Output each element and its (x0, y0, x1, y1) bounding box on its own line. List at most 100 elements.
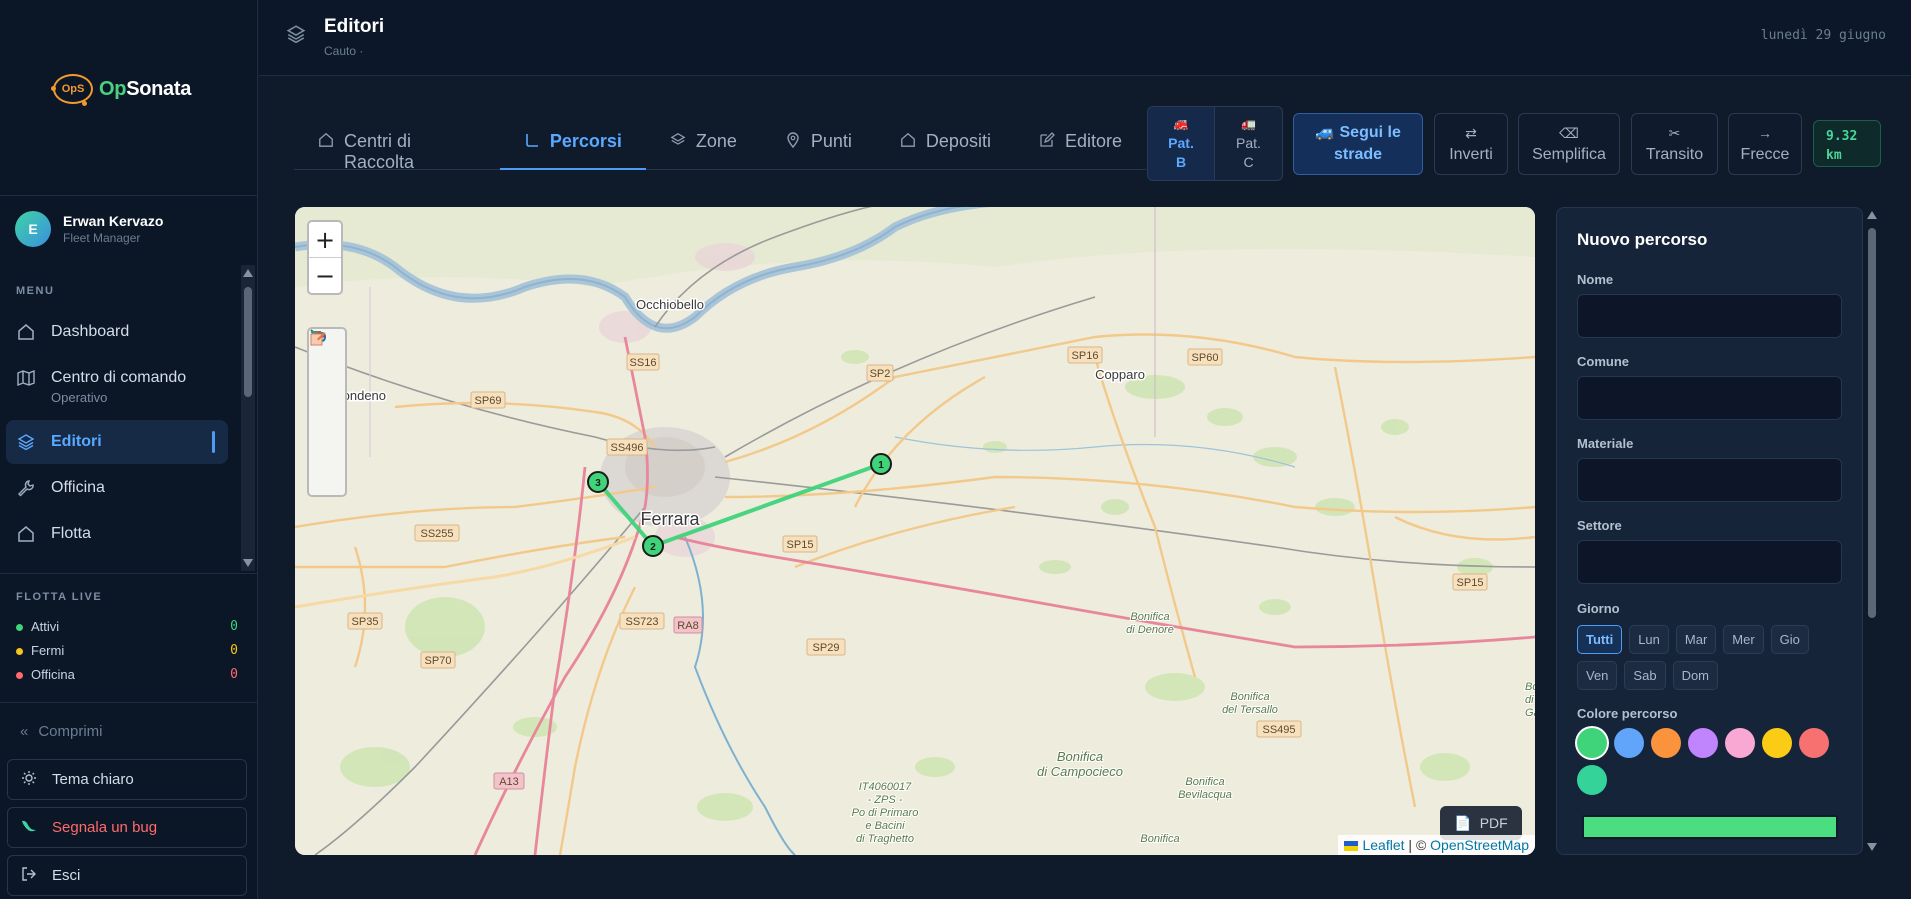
road-shield: A13 (499, 776, 519, 788)
material-input[interactable] (1577, 458, 1842, 502)
scroll-thumb[interactable] (1868, 228, 1876, 618)
eraser-icon: ⌫ (1559, 125, 1579, 141)
zoom-out-button[interactable]: − (309, 258, 341, 294)
day-button-fri[interactable]: Ven (1577, 661, 1618, 690)
wrench-icon (17, 479, 35, 497)
logout-button[interactable]: Esci (7, 855, 247, 896)
sidebar-divider (0, 702, 258, 703)
day-button-sun[interactable]: Dom (1672, 661, 1719, 690)
color-swatch[interactable] (1577, 728, 1607, 758)
route-name-input[interactable] (1577, 294, 1842, 338)
simplify-button[interactable]: ⌫ Semplifica (1518, 113, 1620, 175)
layers-icon (670, 132, 686, 153)
svg-text:2: 2 (650, 542, 656, 553)
day-button-all[interactable]: Tutti (1577, 625, 1623, 654)
sidebar-menu: Dashboard Centro di comando Operativo Ed… (6, 310, 228, 558)
scroll-up-arrow-icon[interactable] (243, 269, 253, 277)
route-distance-badge: 9.32 km (1813, 120, 1881, 167)
map-label: Po di Primaro (852, 807, 919, 819)
sidebar-item-workshop[interactable]: Officina (6, 466, 228, 510)
color-swatch[interactable] (1725, 728, 1755, 758)
sidebar-item-fleet[interactable]: Flotta (6, 512, 228, 556)
day-label: Giorno (1577, 601, 1620, 616)
pushpin-icon[interactable] (310, 331, 341, 445)
field-label: Nome (1577, 272, 1614, 287)
follow-roads-button[interactable]: 🚙 Segui le strade (1293, 113, 1423, 175)
scroll-thumb[interactable] (244, 287, 252, 397)
sidebar-item-dashboard[interactable]: Dashboard (6, 310, 228, 354)
swap-arrows-icon: ⇄ (1465, 125, 1477, 141)
color-swatch[interactable] (1651, 728, 1681, 758)
map-label-copparo: Copparo (1095, 367, 1145, 382)
scroll-down-arrow-icon[interactable] (243, 559, 253, 567)
draw-edit-icon[interactable] (310, 332, 341, 485)
sidebar-item-label: Centro di comando (51, 369, 187, 386)
trash-icon[interactable] (311, 331, 341, 405)
theme-toggle-button[interactable]: Tema chiaro (7, 759, 247, 800)
transit-button[interactable]: ✂ Transito (1631, 113, 1718, 175)
status-dot (16, 623, 23, 631)
color-swatch[interactable] (1762, 728, 1792, 758)
report-bug-button[interactable]: Segnala un bug (7, 807, 247, 848)
double-chevron-left-icon: « (20, 723, 29, 740)
municipality-input[interactable] (1577, 376, 1842, 420)
map-label: Bonifica (1185, 776, 1224, 788)
day-button-tue[interactable]: Mar (1675, 625, 1717, 654)
road-shield: SP70 (425, 655, 452, 667)
route-point[interactable]: 2 (642, 535, 664, 557)
menu-section-label: MENU (16, 285, 55, 297)
logout-icon (20, 866, 38, 886)
arrow-right-icon: → (1758, 125, 1772, 141)
license-toggle: 🚒 Pat. B 🚛 Pat. C (1147, 106, 1283, 181)
tab-routes[interactable]: Percorsi (499, 124, 646, 170)
route-point[interactable]: 3 (587, 471, 609, 493)
scroll-down-arrow-icon[interactable] (1867, 843, 1877, 851)
edit-icon (1039, 132, 1055, 153)
color-swatch[interactable] (1688, 728, 1718, 758)
custom-color-picker[interactable] (1582, 815, 1838, 839)
route-map[interactable]: SS16 SP2 SP16 SP60 SP69 SS496 SS255 SP15… (295, 207, 1535, 855)
map-attribution: Leaflet | © OpenStreetMap (1338, 835, 1535, 855)
day-button-wed[interactable]: Mer (1723, 625, 1764, 654)
route-point[interactable]: 1 (870, 453, 892, 475)
license-c-button[interactable]: 🚛 Pat. C (1215, 107, 1282, 180)
collapse-sidebar-button[interactable]: « Comprimi (20, 723, 103, 740)
day-button-sat[interactable]: Sab (1624, 661, 1666, 690)
logo-mark: OpS (51, 74, 93, 106)
day-button-mon[interactable]: Lun (1629, 625, 1669, 654)
tab-zones[interactable]: Zone (646, 124, 761, 170)
leaflet-link[interactable]: Leaflet (1362, 837, 1404, 853)
tab-points[interactable]: Punti (761, 124, 876, 170)
tab-depots[interactable]: Depositi (876, 124, 1015, 170)
color-swatch[interactable] (1799, 728, 1829, 758)
fleet-status-row: Attivi 0 (16, 614, 238, 638)
fleet-count: 0 (230, 618, 238, 634)
license-b-button[interactable]: 🚒 Pat. B (1148, 107, 1215, 180)
map-label: Bon (1525, 681, 1535, 693)
panel-scrollbar[interactable] (1865, 207, 1879, 855)
scroll-up-arrow-icon[interactable] (1867, 211, 1877, 219)
active-indicator (212, 431, 215, 453)
user-profile[interactable]: E Erwan Kervazo Fleet Manager (15, 211, 163, 247)
app-logo[interactable]: OpS OpSonata (51, 74, 191, 106)
page-subtitle: Cauto · (324, 44, 364, 58)
bug-icon (20, 818, 38, 838)
sidebar-item-command-center[interactable]: Centro di comando Operativo (6, 356, 228, 418)
sector-input[interactable] (1577, 540, 1842, 584)
map-label: Bevilacqua (1178, 789, 1232, 801)
color-swatch[interactable] (1614, 728, 1644, 758)
day-button-thu[interactable]: Gio (1770, 625, 1809, 654)
road-shield: SP16 (1072, 350, 1099, 362)
sidebar-scrollbar[interactable] (241, 265, 255, 571)
color-label: Colore percorso (1577, 706, 1678, 721)
sidebar-item-editors[interactable]: Editori (6, 420, 228, 464)
openstreetmap-link[interactable]: OpenStreetMap (1430, 837, 1529, 853)
arrows-button[interactable]: → Frecce (1728, 113, 1802, 175)
color-swatch[interactable] (1577, 765, 1607, 795)
zoom-in-button[interactable]: + (309, 222, 341, 258)
map-label: Bonifica (1230, 691, 1269, 703)
tab-editor[interactable]: Editore (1015, 124, 1146, 170)
tab-collection-centers[interactable]: Centri di Raccolta (294, 124, 500, 172)
invert-button[interactable]: ⇄ Inverti (1434, 113, 1508, 175)
road-shield: SS723 (625, 616, 658, 628)
